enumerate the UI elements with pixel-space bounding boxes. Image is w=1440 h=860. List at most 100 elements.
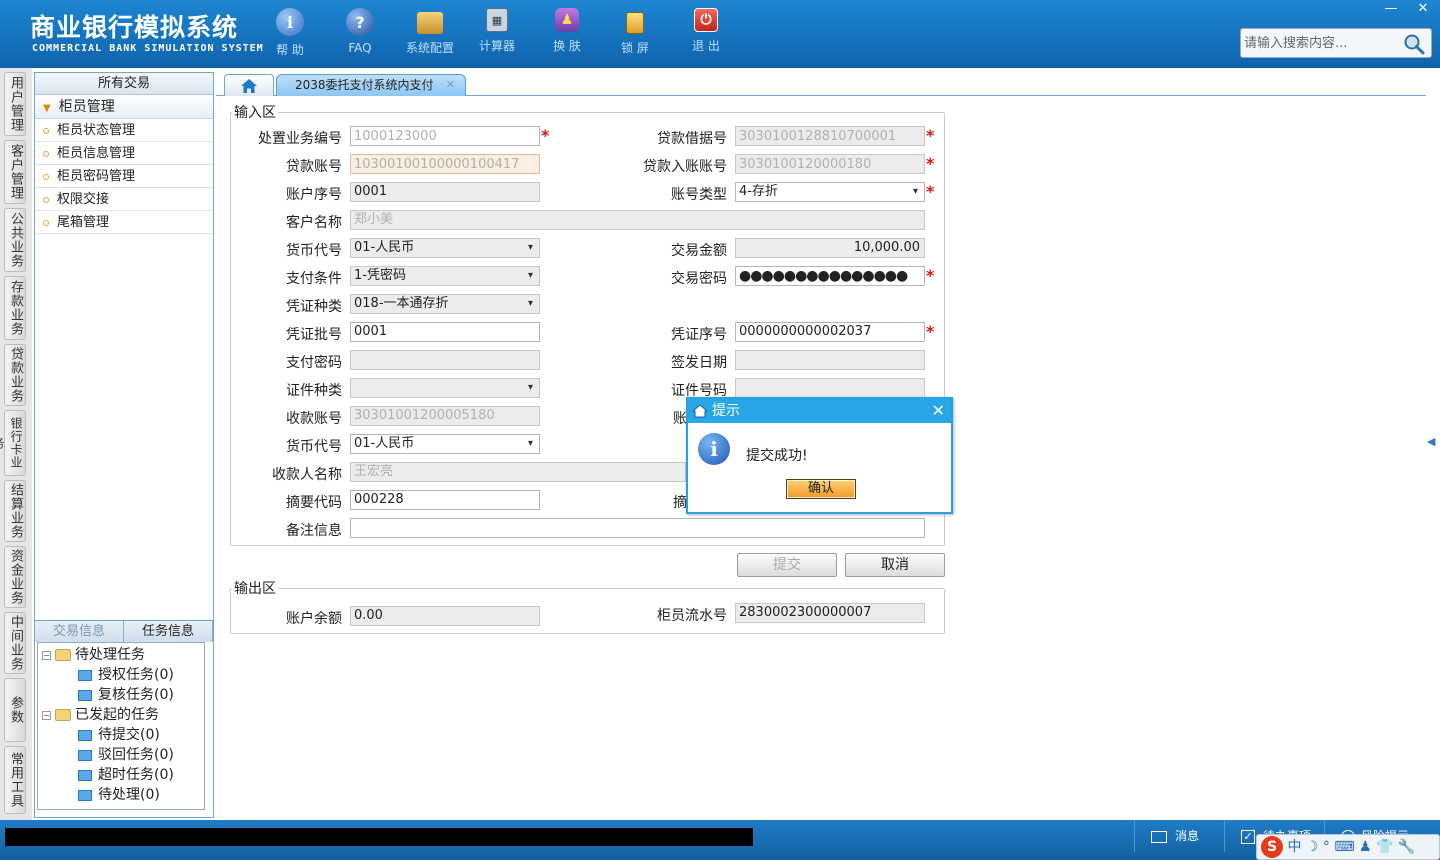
vtab-loan-business[interactable]: 贷款业务	[4, 344, 26, 406]
vtab-intermediary-business[interactable]: 中间业务	[4, 612, 26, 674]
teller-serial-field[interactable]: 2830002300000007	[735, 603, 925, 623]
mail-icon	[1151, 830, 1167, 843]
dialog-title: 提示	[712, 403, 740, 419]
vtab-user-management[interactable]: 用户管理	[4, 72, 26, 136]
module-tabs: 用户管理 客户管理 公共业务 存款业务 贷款业务 银行卡业务 结算业务 资金业务…	[0, 68, 32, 820]
payee-name-field[interactable]: 王宏亮	[350, 462, 686, 482]
tree-node-initiated-tasks[interactable]: − 已发起的任务	[38, 705, 204, 725]
tree-node-rejected[interactable]: 驳回任务(0)	[38, 745, 204, 765]
label-voucher-seq: 凭证序号	[671, 327, 727, 343]
minimize-button[interactable]: —	[1376, 0, 1406, 18]
vtab-public-business[interactable]: 公共业务	[4, 208, 26, 272]
disposal-no-input[interactable]	[350, 126, 540, 146]
menu-item-label: 权限交接	[57, 192, 110, 207]
vtab-common-tools[interactable]: 常用工具	[4, 746, 26, 814]
collapse-icon[interactable]: −	[42, 710, 51, 720]
voucher-batch-input[interactable]: 0001	[350, 322, 540, 342]
issue-date-field[interactable]	[735, 350, 925, 370]
config-button[interactable]: 系统配置	[400, 8, 460, 56]
tree-node-review-tasks[interactable]: 复核任务(0)	[38, 685, 204, 705]
remark-input[interactable]	[350, 518, 925, 538]
folder-icon	[55, 649, 71, 661]
payee-account-field[interactable]: 30301001200005180	[350, 406, 540, 426]
confirm-button[interactable]: 确认	[786, 479, 856, 499]
customer-name-field[interactable]: 郑小美	[350, 210, 925, 230]
label-summary-code: 摘要代码	[286, 495, 342, 511]
output-area-legend: 输出区	[232, 578, 278, 598]
tab-close-icon[interactable]: ✕	[446, 75, 455, 95]
help-button[interactable]: i 帮 助	[260, 8, 320, 58]
tree-node-pending-tasks[interactable]: − 待处理任务	[38, 645, 204, 665]
help-icon: ?	[346, 8, 374, 36]
menu-group-teller-management[interactable]: ▼ 柜员管理	[35, 95, 213, 119]
faq-button[interactable]: ? FAQ	[330, 8, 390, 55]
calculator-icon: ▦	[486, 8, 508, 32]
tab-transaction-info[interactable]: 交易信息	[35, 621, 124, 642]
label-id-type: 证件种类	[286, 383, 342, 399]
voucher-type-select[interactable]: 018-一本通存折	[350, 294, 540, 314]
tree-node-timeout[interactable]: 超时任务(0)	[38, 765, 204, 785]
messages-label: 消息	[1175, 829, 1200, 843]
config-icon	[417, 12, 443, 34]
vtab-deposit-business[interactable]: 存款业务	[4, 276, 26, 340]
messages-button[interactable]: 消息	[1134, 820, 1224, 852]
chevron-left-icon[interactable]: ◀	[1427, 420, 1437, 464]
vtab-parameters[interactable]: 参数	[4, 678, 26, 742]
vtab-settlement-business[interactable]: 结算业务	[4, 480, 26, 542]
checkbox-icon: ✓	[1241, 829, 1255, 844]
tx-password-input[interactable]: ●●●●●●●●●●●●●●●	[735, 266, 925, 286]
label-voucher-type: 凭证种类	[286, 299, 342, 315]
exit-button[interactable]: ⏻ 退 出	[676, 8, 736, 54]
menu-item-permission-handover[interactable]: 权限交接	[35, 188, 213, 211]
tree-node-to-submit[interactable]: 待提交(0)	[38, 725, 204, 745]
menu-item-teller-status[interactable]: 柜员状态管理	[35, 119, 213, 142]
summary-code-input[interactable]: 000228	[350, 490, 540, 510]
voucher-seq-input[interactable]: 0000000000002037	[735, 322, 925, 342]
id-type-select[interactable]	[350, 378, 540, 398]
tree-node-label: 复核任务(0)	[98, 687, 174, 703]
vtab-fund-business[interactable]: 资金业务	[4, 546, 26, 608]
search-icon[interactable]	[1403, 33, 1425, 55]
collapse-icon[interactable]: −	[42, 650, 51, 660]
menu-item-tail-box[interactable]: 尾箱管理	[35, 211, 213, 234]
status-message-area	[5, 828, 753, 846]
pay-condition-select[interactable]: 1-凭密码	[350, 266, 540, 286]
cancel-button[interactable]: 取消	[845, 553, 945, 577]
currency-select[interactable]: 01-人民币	[350, 238, 540, 258]
loan-receipt-no-input[interactable]	[735, 126, 925, 146]
task-icon	[78, 729, 92, 741]
dialog-close-icon[interactable]: ✕	[932, 399, 945, 423]
input-method-toolbar[interactable]: S 中 ☽ ° ⌨ ♟ 👕 🔧	[1256, 834, 1440, 860]
tree-node-auth-tasks[interactable]: 授权任务(0)	[38, 665, 204, 685]
balance-field[interactable]: 0.00	[350, 606, 540, 626]
lock-button[interactable]: 锁 屏	[605, 8, 665, 56]
window-close-button[interactable]: ✕	[1408, 0, 1438, 18]
all-transactions-header[interactable]: 所有交易	[35, 73, 213, 95]
sogou-logo-icon: S	[1261, 836, 1283, 858]
skin-button[interactable]: ♟ 换 肤	[537, 8, 597, 54]
label-payee-name: 收款人名称	[272, 467, 342, 483]
account-seq-field[interactable]: 0001	[350, 182, 540, 202]
currency-2-select[interactable]: 01-人民币	[350, 434, 540, 454]
calculator-button[interactable]: ▦ 计算器	[467, 8, 527, 54]
tab-task-info[interactable]: 任务信息	[124, 621, 213, 642]
vtab-bank-card-business[interactable]: 银行卡业务	[0, 410, 26, 476]
info-icon: i	[698, 433, 730, 465]
document-tab-bar: 2038委托支付系统内支付 ✕	[216, 72, 1426, 96]
tab-home[interactable]	[224, 74, 274, 96]
id-no-field[interactable]	[735, 378, 925, 398]
loan-entry-account-input[interactable]	[735, 154, 925, 174]
required-marker: *	[926, 154, 935, 173]
menu-item-teller-info[interactable]: 柜员信息管理	[35, 142, 213, 165]
tree-node-to-process[interactable]: 待处理(0)	[38, 785, 204, 805]
tab-entrusted-payment[interactable]: 2038委托支付系统内支付 ✕	[276, 74, 466, 96]
amount-field[interactable]: 10,000.00	[735, 238, 925, 258]
vtab-customer-management[interactable]: 客户管理	[4, 140, 26, 204]
home-icon	[692, 404, 708, 418]
loan-account-input[interactable]	[350, 154, 540, 174]
menu-item-teller-password[interactable]: 柜员密码管理	[35, 165, 213, 188]
pay-password-field[interactable]	[350, 350, 540, 370]
search-input[interactable]	[1244, 32, 1404, 54]
submit-button[interactable]: 提交	[737, 553, 837, 577]
account-type-select[interactable]: 4-存折	[735, 182, 925, 202]
